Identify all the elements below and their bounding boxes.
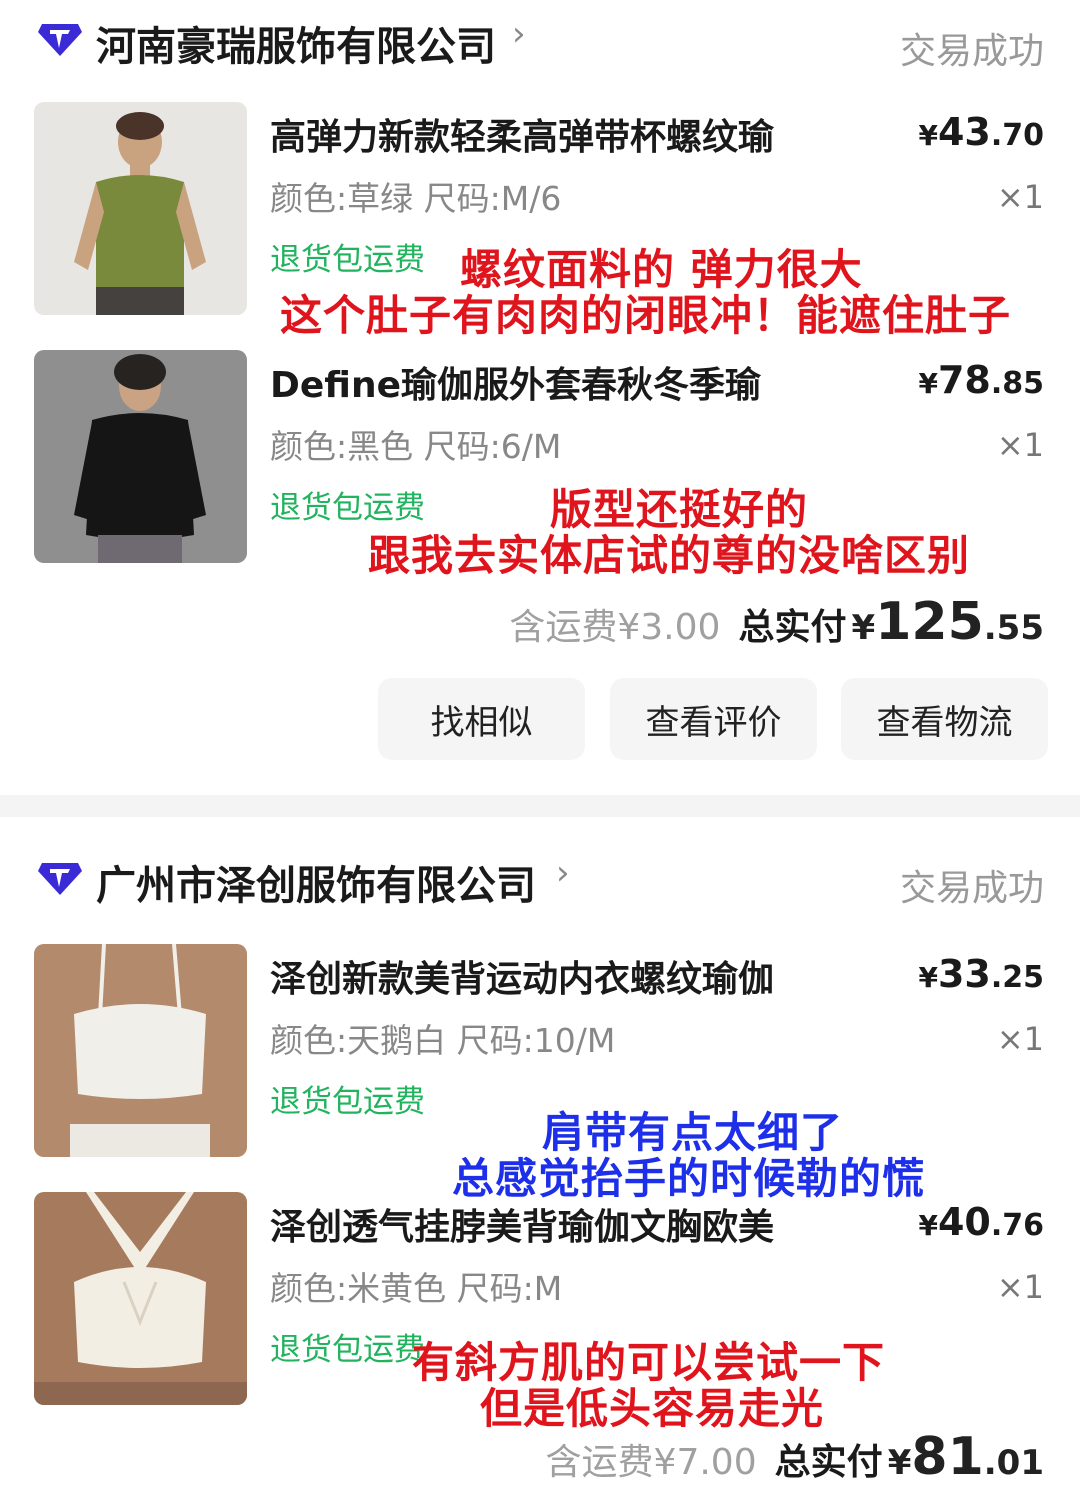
- product-spec: 颜色:天鹅白 尺码:10/M: [270, 1021, 616, 1060]
- product-spec: 颜色:黑色 尺码:6/M: [270, 427, 562, 466]
- order-card: 广州市泽创服饰有限公司 › 交易成功 泽创新款美背运动内衣螺纹瑜伽 ¥33.25…: [0, 817, 1080, 1487]
- product-price: ¥78.85: [918, 358, 1044, 402]
- view-reviews-button[interactable]: 查看评价: [610, 678, 817, 760]
- product-quantity: ×1: [996, 1020, 1044, 1058]
- shipping-fee: 含运费¥3.00: [509, 607, 721, 648]
- shop-badge-icon: [38, 863, 82, 895]
- product-spec: 颜色:米黄色 尺码:M: [270, 1269, 563, 1308]
- order-status: 交易成功: [899, 31, 1044, 72]
- chevron-right-icon[interactable]: ›: [512, 14, 526, 54]
- shop-header[interactable]: 河南豪瑞服饰有限公司 › 交易成功: [0, 0, 1080, 80]
- product-quantity: ×1: [996, 178, 1044, 216]
- shop-name[interactable]: 河南豪瑞服饰有限公司: [96, 14, 496, 72]
- total-label: 总实付: [774, 1442, 883, 1483]
- shop-badge-icon: [38, 24, 82, 56]
- product-title[interactable]: 泽创新款美背运动内衣螺纹瑜伽: [270, 950, 774, 1002]
- return-shipping-tag: 退货包运费: [270, 490, 425, 526]
- shop-header[interactable]: 广州市泽创服饰有限公司 › 交易成功: [0, 837, 1080, 917]
- product-quantity: ×1: [996, 426, 1044, 464]
- product-spec: 颜色:草绿 尺码:M/6: [270, 179, 562, 218]
- product-quantity: ×1: [996, 1268, 1044, 1306]
- chevron-right-icon[interactable]: ›: [556, 853, 570, 893]
- product-thumbnail[interactable]: [34, 350, 247, 563]
- product-title[interactable]: Define瑜伽服外套春秋冬季瑜: [270, 356, 761, 408]
- return-shipping-tag: 退货包运费: [270, 242, 425, 278]
- view-logistics-button[interactable]: 查看物流: [841, 678, 1048, 760]
- product-title[interactable]: 泽创透气挂脖美背瑜伽文胸欧美: [270, 1198, 774, 1250]
- product-thumbnail[interactable]: [34, 944, 247, 1157]
- return-shipping-tag: 退货包运费: [270, 1084, 425, 1120]
- product-price: ¥40.76: [918, 1200, 1044, 1244]
- total-label: 总实付: [738, 607, 847, 648]
- product-price: ¥33.25: [918, 952, 1044, 996]
- order-total: 含运费¥3.00 总实付 ¥125.55: [509, 592, 1044, 652]
- annotation-text: 跟我去实体店试的尊的没啥区别: [368, 531, 971, 580]
- product-thumbnail[interactable]: [34, 102, 247, 315]
- product-price: ¥43.70: [918, 110, 1044, 154]
- total-amount: ¥125.55: [851, 592, 1044, 652]
- product-thumbnail[interactable]: [34, 1192, 247, 1405]
- total-amount: ¥81.01: [887, 1427, 1044, 1487]
- product-title[interactable]: 高弹力新款轻柔高弹带杯螺纹瑜: [270, 108, 774, 160]
- annotation-text: 这个肚子有肉肉的闭眼冲！能遮住肚子: [280, 291, 1012, 340]
- order-status: 交易成功: [899, 868, 1044, 909]
- find-similar-button[interactable]: 找相似: [378, 678, 585, 760]
- order-card: 河南豪瑞服饰有限公司 › 交易成功 高弹力新款轻柔高弹带杯螺纹瑜 ¥43.70 …: [0, 0, 1080, 795]
- order-item[interactable]: 泽创新款美背运动内衣螺纹瑜伽 ¥33.25 颜色:天鹅白 尺码:10/M ×1 …: [0, 944, 1080, 1160]
- order-total: 含运费¥7.00 总实付 ¥81.01: [546, 1427, 1044, 1487]
- shop-name[interactable]: 广州市泽创服饰有限公司: [96, 853, 536, 911]
- shipping-fee: 含运费¥7.00: [545, 1442, 757, 1483]
- section-divider: [0, 795, 1080, 817]
- return-shipping-tag: 退货包运费: [270, 1332, 425, 1368]
